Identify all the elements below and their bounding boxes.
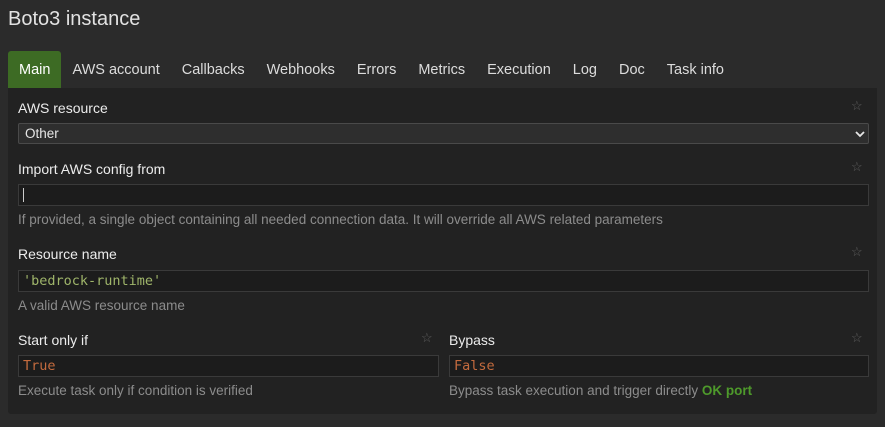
tab-main[interactable]: Main (8, 51, 62, 88)
tab-execution[interactable]: Execution (476, 51, 562, 88)
ok-port-link: OK port (701, 383, 753, 398)
aws-resource-selected-value: Other (25, 126, 59, 141)
tab-errors[interactable]: Errors (346, 51, 407, 88)
start-only-if-label: Start only if (18, 332, 89, 348)
bypass-label: Bypass (449, 332, 495, 348)
page-title: Boto3 instance (8, 8, 141, 30)
start-only-if-help: Execute task only if condition is verifi… (18, 383, 253, 398)
tab-task-info[interactable]: Task info (656, 51, 735, 88)
import-config-input[interactable] (18, 184, 869, 206)
main-panel: AWS resource ☆ Other Import AWS config f… (8, 88, 877, 414)
star-outline-icon[interactable]: ☆ (851, 99, 863, 112)
start-only-if-input[interactable]: True (18, 355, 439, 377)
resource-name-label: Resource name (18, 246, 117, 262)
bypass-help: Bypass task execution and trigger direct… (449, 383, 752, 398)
aws-resource-select[interactable]: Other (18, 123, 869, 144)
aws-resource-label: AWS resource (18, 100, 108, 116)
tab-callbacks[interactable]: Callbacks (171, 51, 256, 88)
text-cursor (23, 188, 24, 202)
tab-webhooks[interactable]: Webhooks (256, 51, 346, 88)
bypass-input[interactable]: False (449, 355, 869, 377)
star-outline-icon[interactable]: ☆ (421, 331, 433, 344)
tab-log[interactable]: Log (562, 51, 608, 88)
resource-name-help: A valid AWS resource name (18, 298, 185, 313)
tab-doc[interactable]: Doc (608, 51, 656, 88)
chevron-down-icon (855, 131, 865, 138)
star-outline-icon[interactable]: ☆ (851, 331, 863, 344)
star-outline-icon[interactable]: ☆ (851, 245, 863, 258)
bypass-help-text: Bypass task execution and trigger direct… (449, 383, 699, 398)
resource-name-input[interactable]: 'bedrock-runtime' (18, 270, 869, 292)
tab-metrics[interactable]: Metrics (407, 51, 476, 88)
import-config-label: Import AWS config from (18, 161, 166, 177)
tab-bar: Main AWS account Callbacks Webhooks Erro… (8, 51, 735, 88)
tab-aws-account[interactable]: AWS account (61, 51, 170, 88)
star-outline-icon[interactable]: ☆ (851, 160, 863, 173)
import-config-help: If provided, a single object containing … (18, 212, 663, 227)
